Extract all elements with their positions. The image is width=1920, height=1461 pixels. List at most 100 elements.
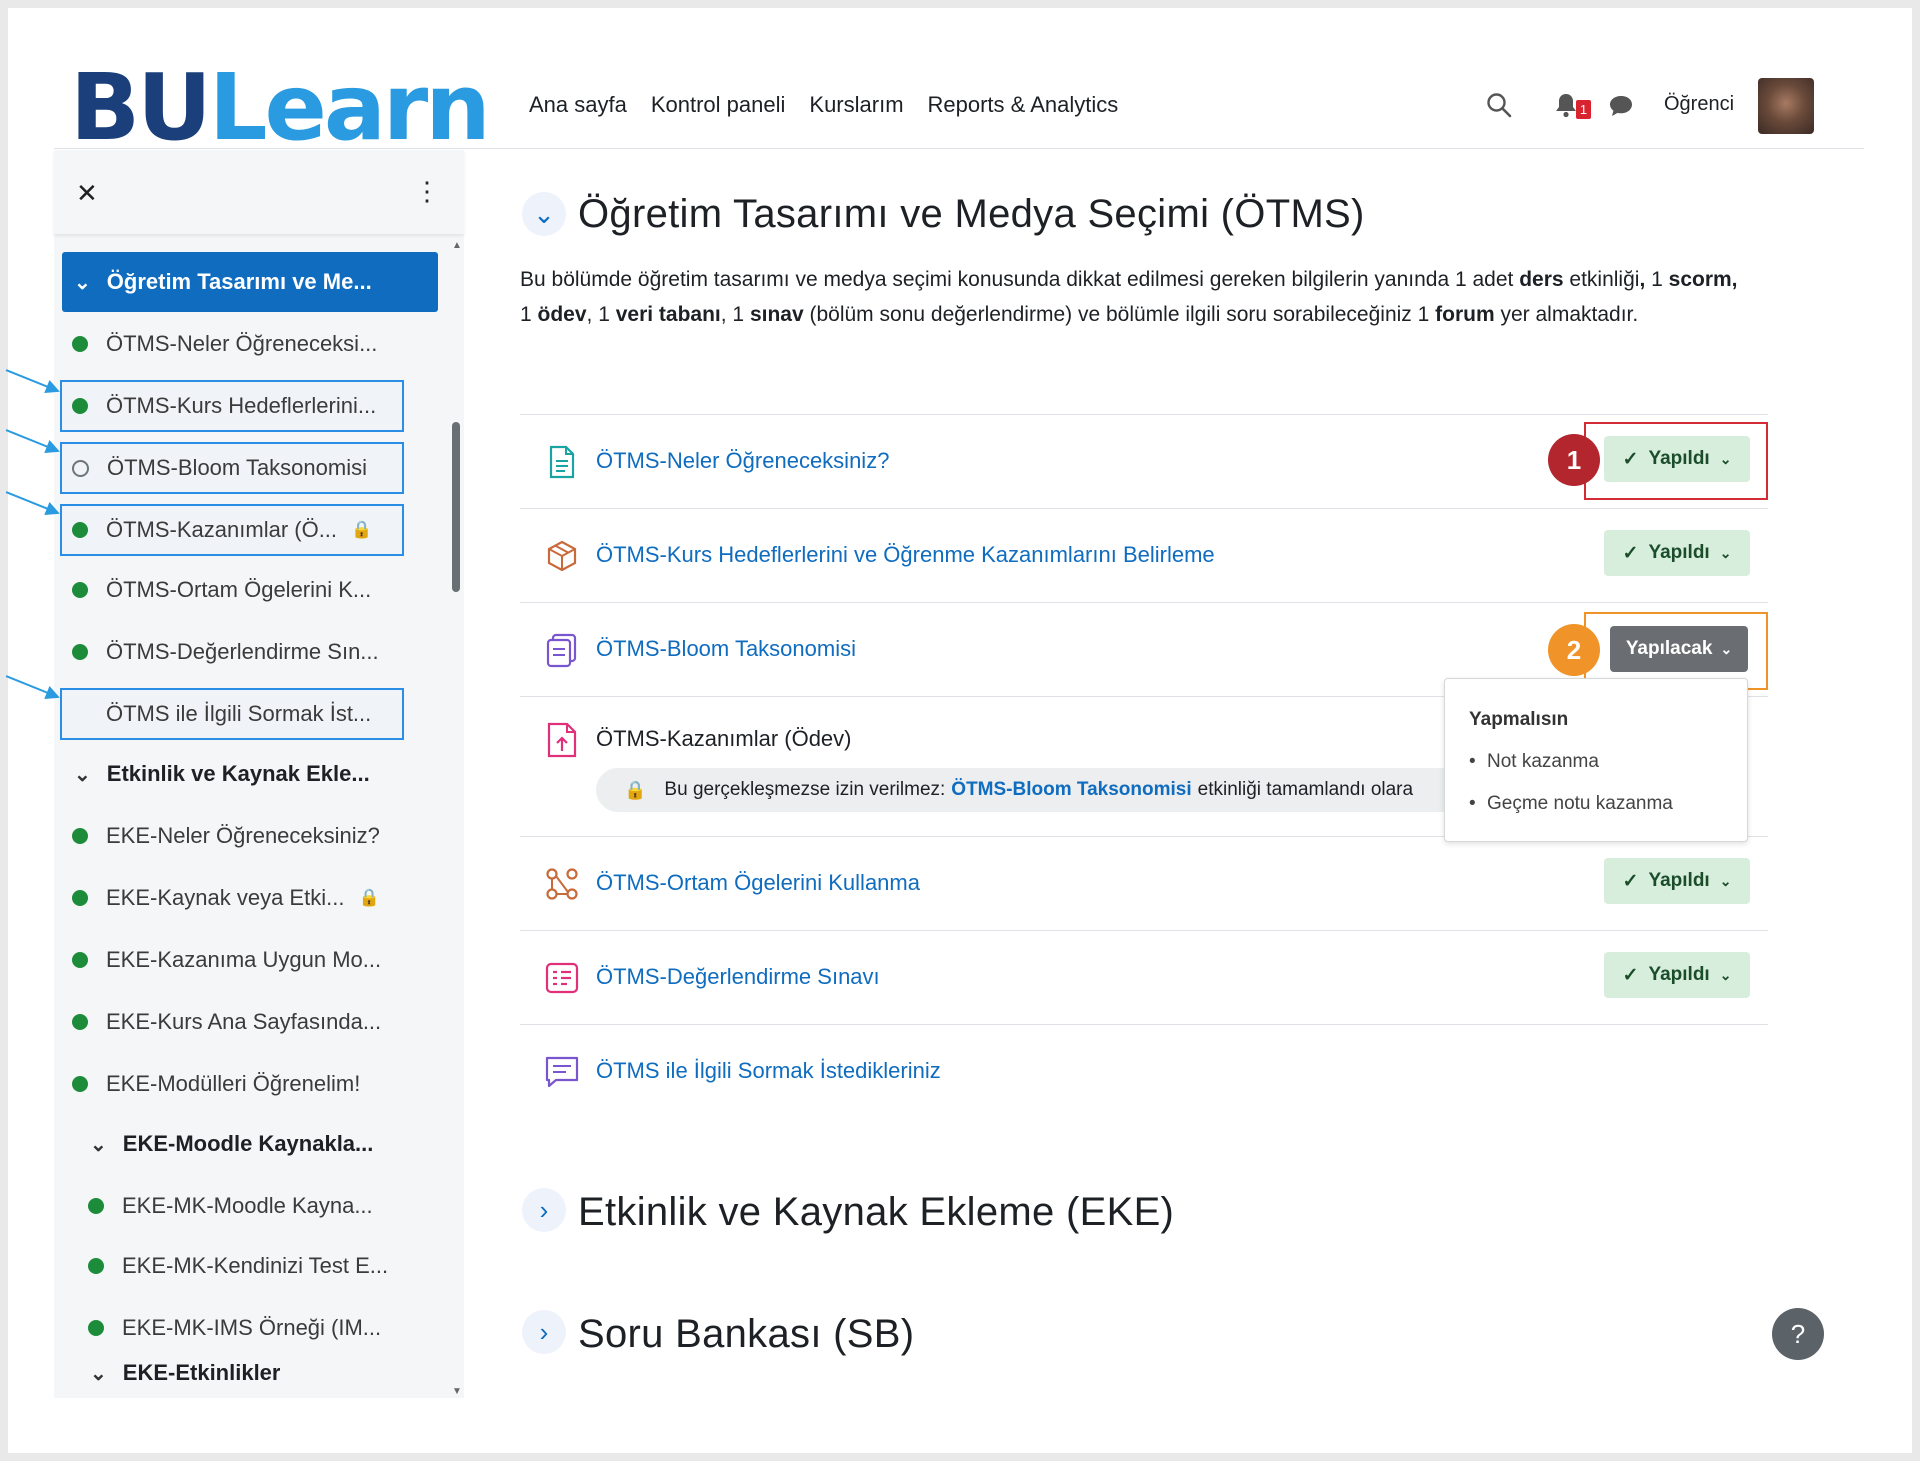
database-icon — [544, 866, 580, 902]
drawer-item[interactable]: EKE-MK-Kendinizi Test E... — [78, 1242, 388, 1290]
check-icon: ✓ — [1622, 964, 1639, 986]
completion-done-icon — [72, 582, 88, 598]
header-divider — [54, 148, 1864, 149]
completion-done-icon — [88, 1258, 104, 1274]
drawer-header: ✕ ⋮ — [54, 150, 464, 234]
completion-done-icon — [88, 1320, 104, 1336]
popover-item: Geçme notu kazanma — [1469, 793, 1673, 815]
activity-link[interactable]: ÖTMS-Neler Öğreneceksiniz? — [596, 448, 889, 474]
help-button[interactable]: ? — [1772, 1308, 1824, 1360]
completion-done-icon — [72, 1076, 88, 1092]
completion-dropdown-button[interactable]: ✓ Yapıldı ⌄ — [1604, 952, 1750, 998]
drawer-item[interactable]: ÖTMS-Değerlendirme Sın... — [62, 628, 379, 676]
completion-done-icon — [72, 828, 88, 844]
annotation-marker: 1 — [1548, 434, 1600, 486]
drawer-item[interactable]: EKE-MK-Moodle Kayna... — [78, 1182, 373, 1230]
completion-done-icon — [72, 398, 88, 414]
course-index-drawer: ✕ ⋮ ▲ ▼ ⌄ Öğretim Tasarımı ve Me... ÖTMS-… — [54, 150, 464, 1398]
annotation-marker: 2 — [1548, 624, 1600, 676]
activity-name: ÖTMS-Kazanımlar (Ödev) — [596, 726, 852, 751]
completion-done-icon — [72, 890, 88, 906]
popover-title: Yapmalısın — [1469, 709, 1569, 730]
activity-row: ÖTMS-Değerlendirme Sınavı — [520, 930, 1768, 1024]
nav-my-courses[interactable]: Kurslarım — [809, 92, 903, 118]
chevron-down-icon: ⌄ — [1719, 872, 1732, 889]
lock-icon: 🔒 — [624, 779, 647, 800]
close-icon[interactable]: ✕ — [76, 178, 98, 209]
completion-done-icon — [72, 952, 88, 968]
restriction-link[interactable]: ÖTMS-Bloom Taksonomisi — [951, 779, 1191, 801]
section-expand-toggle[interactable]: › — [522, 1188, 566, 1232]
primary-navigation: Ana sayfa Kontrol paneli Kurslarım Repor… — [529, 92, 1118, 118]
completion-done-icon — [72, 336, 88, 352]
completion-dropdown-button[interactable]: ✓ Yapıldı ⌄ — [1604, 858, 1750, 904]
nav-home[interactable]: Ana sayfa — [529, 92, 627, 118]
assignment-icon — [544, 722, 580, 758]
completion-done-icon — [72, 522, 88, 538]
completion-done-icon — [88, 1198, 104, 1214]
drawer-item[interactable]: EKE-Modülleri Öğrenelim! — [62, 1060, 360, 1108]
lesson-icon — [544, 632, 580, 668]
completion-dropdown-button[interactable]: ✓ Yapıldı ⌄ — [1604, 530, 1750, 576]
completion-done-icon — [72, 1014, 88, 1030]
scorm-package-icon — [544, 538, 580, 574]
quiz-icon — [544, 960, 580, 996]
chevron-down-icon: ⌄ — [1719, 544, 1732, 561]
lock-icon: 🔒 — [358, 888, 380, 907]
drawer-item[interactable]: EKE-Kurs Ana Sayfasında... — [62, 998, 381, 1046]
drawer-scrollbar[interactable] — [452, 422, 460, 592]
chat-icon[interactable] — [1608, 94, 1634, 118]
completion-done-icon — [72, 644, 88, 660]
activity-link[interactable]: ÖTMS ile İlgili Sormak İstedikleriniz — [596, 1058, 941, 1084]
scroll-down-icon[interactable]: ▼ — [452, 1386, 462, 1397]
bell-icon[interactable] — [1554, 92, 1578, 118]
drawer-item[interactable]: EKE-Neler Öğreneceksiniz? — [62, 812, 380, 860]
section-expand-toggle[interactable]: › — [522, 1310, 566, 1354]
activity-link[interactable]: ÖTMS-Ortam Ögelerini Kullanma — [596, 870, 920, 896]
search-icon[interactable] — [1486, 92, 1512, 118]
user-menu-name[interactable]: Öğrenci — [1664, 93, 1734, 116]
notification-count-badge: 1 — [1576, 100, 1591, 119]
check-icon: ✓ — [1622, 448, 1639, 470]
drawer-item[interactable]: ÖTMS-Bloom Taksonomisi — [60, 442, 404, 494]
drawer-item[interactable]: ÖTMS ile İlgili Sormak İst... — [60, 688, 404, 740]
drawer-section-eke[interactable]: ⌄ Etkinlik ve Kaynak Ekle... — [62, 750, 370, 798]
completion-dropdown-button[interactable]: Yapılacak ⌄ — [1610, 626, 1748, 672]
activity-link[interactable]: ÖTMS-Değerlendirme Sınavı — [596, 964, 880, 990]
drawer-item[interactable]: ÖTMS-Kurs Hedeflerlerini... — [60, 380, 404, 432]
activity-link[interactable]: ÖTMS-Kurs Hedeflerlerini ve Öğrenme Kaza… — [596, 542, 1215, 568]
site-logo[interactable]: BULearn — [70, 62, 491, 154]
completion-popover: Yapmalısın Not kazanma Geçme notu kazanm… — [1444, 678, 1748, 842]
drawer-item[interactable]: EKE-Kazanıma Uygun Mo... — [62, 936, 381, 984]
section-title[interactable]: Soru Bankası (SB) — [578, 1312, 914, 1357]
activity-link[interactable]: ÖTMS-Bloom Taksonomisi — [596, 636, 856, 662]
section-title[interactable]: Etkinlik ve Kaynak Ekleme (EKE) — [578, 1190, 1174, 1235]
drawer-subsection[interactable]: ⌄ EKE-Moodle Kaynakla... — [78, 1120, 373, 1168]
drawer-subsection[interactable]: ⌄ EKE-Etkinlikler — [78, 1350, 280, 1396]
section-collapse-toggle[interactable]: ⌄ — [522, 192, 566, 236]
drawer-section-otms[interactable]: ⌄ Öğretim Tasarımı ve Me... — [62, 252, 438, 312]
completion-todo-icon — [72, 459, 89, 477]
nav-dashboard[interactable]: Kontrol paneli — [651, 92, 786, 118]
lock-icon: 🔒 — [351, 520, 373, 539]
section-title: Öğretim Tasarımı ve Medya Seçimi (ÖTMS) — [578, 192, 1365, 236]
drawer-item[interactable]: EKE-MK-IMS Örneği (IM... — [78, 1304, 381, 1352]
chevron-down-icon: ⌄ — [1719, 966, 1732, 983]
drawer-item[interactable]: ÖTMS-Ortam Ögelerini K... — [62, 566, 371, 614]
chevron-down-icon: ⌄ — [90, 1362, 107, 1385]
page-icon — [544, 444, 580, 480]
section-summary: Bu bölümde öğretim tasarımı ve medya seç… — [520, 268, 1738, 326]
nav-reports[interactable]: Reports & Analytics — [928, 92, 1119, 118]
drawer-item[interactable]: EKE-Kaynak veya Etki... 🔒 — [62, 874, 380, 922]
chevron-down-icon: ⌄ — [74, 763, 91, 786]
scroll-up-icon[interactable]: ▲ — [452, 240, 462, 251]
drawer-item[interactable]: ÖTMS-Neler Öğreneceksi... — [62, 320, 377, 368]
chevron-down-icon: ⌄ — [1719, 450, 1732, 467]
chevron-down-icon: ⌄ — [1720, 640, 1733, 657]
drawer-item[interactable]: ÖTMS-Kazanımlar (Ö... 🔒 — [60, 504, 404, 556]
user-avatar[interactable] — [1758, 78, 1814, 134]
check-icon: ✓ — [1622, 542, 1639, 564]
completion-dropdown-button[interactable]: ✓ Yapıldı ⌄ — [1604, 436, 1750, 482]
more-options-icon[interactable]: ⋮ — [414, 176, 440, 207]
activity-row: ÖTMS-Ortam Ögelerini Kullanma — [520, 836, 1768, 930]
